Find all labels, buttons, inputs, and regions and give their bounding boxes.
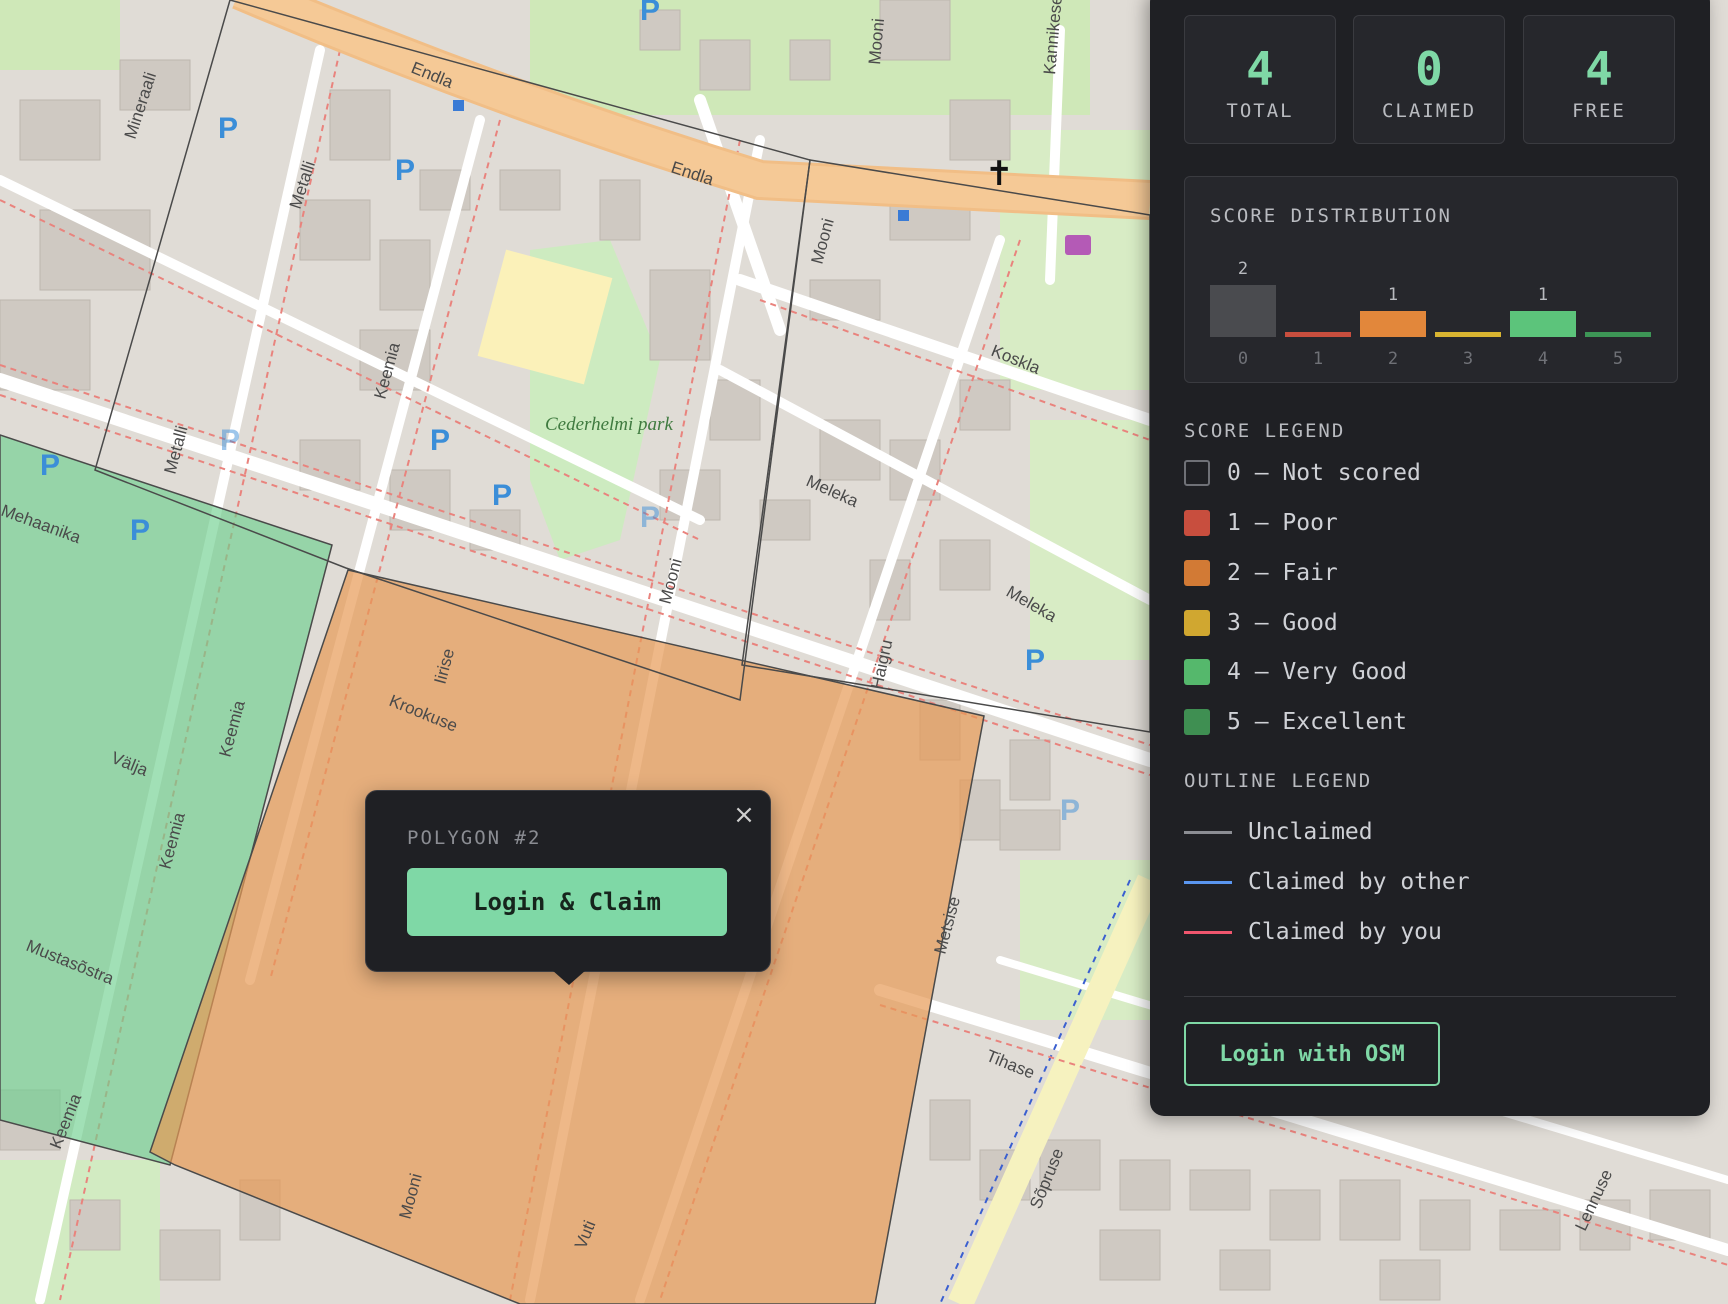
bar-count: 2: [1237, 259, 1249, 279]
stat-value: 4: [1246, 42, 1274, 96]
legend-label: 3 — Good: [1227, 610, 1338, 636]
parking-icon: P: [220, 424, 240, 457]
distribution-bar-2: 12: [1360, 244, 1426, 369]
stat-label: CLAIMED: [1381, 100, 1477, 122]
side-panel: 4 TOTAL 0 CLAIMED 4 FREE SCORE DISTRIBUT…: [1150, 0, 1710, 1116]
parking-icon: P: [40, 449, 60, 482]
bar: [1435, 332, 1501, 337]
stat-label: TOTAL: [1226, 100, 1294, 122]
swatch-icon: [1184, 460, 1210, 486]
parking-icon: P: [1025, 644, 1045, 677]
legend-label: 0 — Not scored: [1227, 460, 1421, 486]
park-label: Cederhelmi park: [545, 414, 673, 435]
close-icon[interactable]: ×: [730, 801, 758, 829]
legend-label: Claimed by you: [1248, 919, 1442, 945]
legend-label: 4 — Very Good: [1227, 659, 1408, 685]
parking-icon: P: [492, 479, 512, 512]
parking-icon: P: [218, 112, 238, 145]
distribution-bar-0: 20: [1210, 244, 1276, 369]
swatch-icon: [1184, 659, 1210, 685]
street-label: Mooni: [865, 18, 888, 66]
legend-score-3: 3 — Good: [1184, 608, 1338, 638]
legend-score-5: 5 — Excellent: [1184, 707, 1407, 737]
legend-score-2: 2 — Fair: [1184, 558, 1338, 588]
line-swatch-icon: [1184, 930, 1232, 934]
distribution-bar-4: 14: [1510, 244, 1576, 369]
distribution-title: SCORE DISTRIBUTION: [1210, 205, 1452, 227]
bar-tick-label: 5: [1612, 349, 1624, 369]
distribution-bar-3: 3: [1435, 244, 1501, 369]
legend-unclaimed: Unclaimed: [1184, 817, 1373, 847]
bar-count: 1: [1537, 285, 1549, 305]
swatch-icon: [1184, 709, 1210, 735]
legend-label: Claimed by other: [1248, 869, 1470, 895]
bar: [1210, 285, 1276, 337]
stat-value: 4: [1585, 42, 1613, 96]
divider: [1184, 996, 1676, 997]
swatch-icon: [1184, 560, 1210, 586]
stat-value: 0: [1415, 42, 1443, 96]
legend-score-4: 4 — Very Good: [1184, 657, 1407, 687]
church-icon: ✝: [985, 154, 1014, 194]
distribution-bars: 201123145: [1210, 244, 1655, 369]
legend-score-0: 0 — Not scored: [1184, 458, 1421, 488]
bar-tick-label: 3: [1462, 349, 1474, 369]
polygon-popup: × POLYGON #2 Login & Claim: [365, 790, 771, 985]
bar-tick-label: 4: [1537, 349, 1549, 369]
legend-label: 1 — Poor: [1227, 510, 1338, 536]
bar-count: 1: [1387, 285, 1399, 305]
bar-tick-label: 0: [1237, 349, 1249, 369]
swatch-icon: [1184, 510, 1210, 536]
parking-icon: P: [1060, 794, 1080, 827]
parking-icon: P: [640, 0, 660, 27]
bar: [1285, 332, 1351, 337]
bar: [1360, 311, 1426, 337]
bus-stop-icon: [453, 100, 464, 111]
parking-icon: P: [430, 424, 450, 457]
parking-icon: P: [640, 501, 660, 534]
distribution-bar-5: 5: [1585, 244, 1651, 369]
bar: [1585, 332, 1651, 337]
popup-pointer: [552, 970, 586, 985]
bar-tick-label: 2: [1387, 349, 1399, 369]
stat-free: 4 FREE: [1523, 15, 1675, 144]
parking-icon: P: [130, 514, 150, 547]
legend-label: 5 — Excellent: [1227, 709, 1408, 735]
bar-tick-label: 1: [1312, 349, 1324, 369]
line-swatch-icon: [1184, 830, 1232, 834]
stat-claimed: 0 CLAIMED: [1353, 15, 1505, 144]
bus-stop-icon: [898, 210, 909, 221]
legend-label: Unclaimed: [1248, 819, 1373, 845]
distribution-bar-1: 1: [1285, 244, 1351, 369]
legend-label: 2 — Fair: [1227, 560, 1338, 586]
shop-icon: [1065, 235, 1091, 255]
stat-label: FREE: [1572, 100, 1626, 122]
login-claim-button[interactable]: Login & Claim: [407, 868, 727, 936]
legend-claimed-other: Claimed by other: [1184, 867, 1470, 897]
score-distribution: SCORE DISTRIBUTION 201123145: [1184, 176, 1678, 383]
swatch-icon: [1184, 610, 1210, 636]
stat-total: 4 TOTAL: [1184, 15, 1336, 144]
line-swatch-icon: [1184, 880, 1232, 884]
popup-title: POLYGON #2: [407, 827, 542, 849]
parking-icon: P: [395, 154, 415, 187]
bar: [1510, 311, 1576, 337]
legend-score-1: 1 — Poor: [1184, 508, 1338, 538]
login-osm-button[interactable]: Login with OSM: [1184, 1022, 1440, 1086]
score-legend-title: SCORE LEGEND: [1184, 420, 1346, 442]
legend-claimed-you: Claimed by you: [1184, 917, 1442, 947]
outline-legend-title: OUTLINE LEGEND: [1184, 770, 1373, 792]
